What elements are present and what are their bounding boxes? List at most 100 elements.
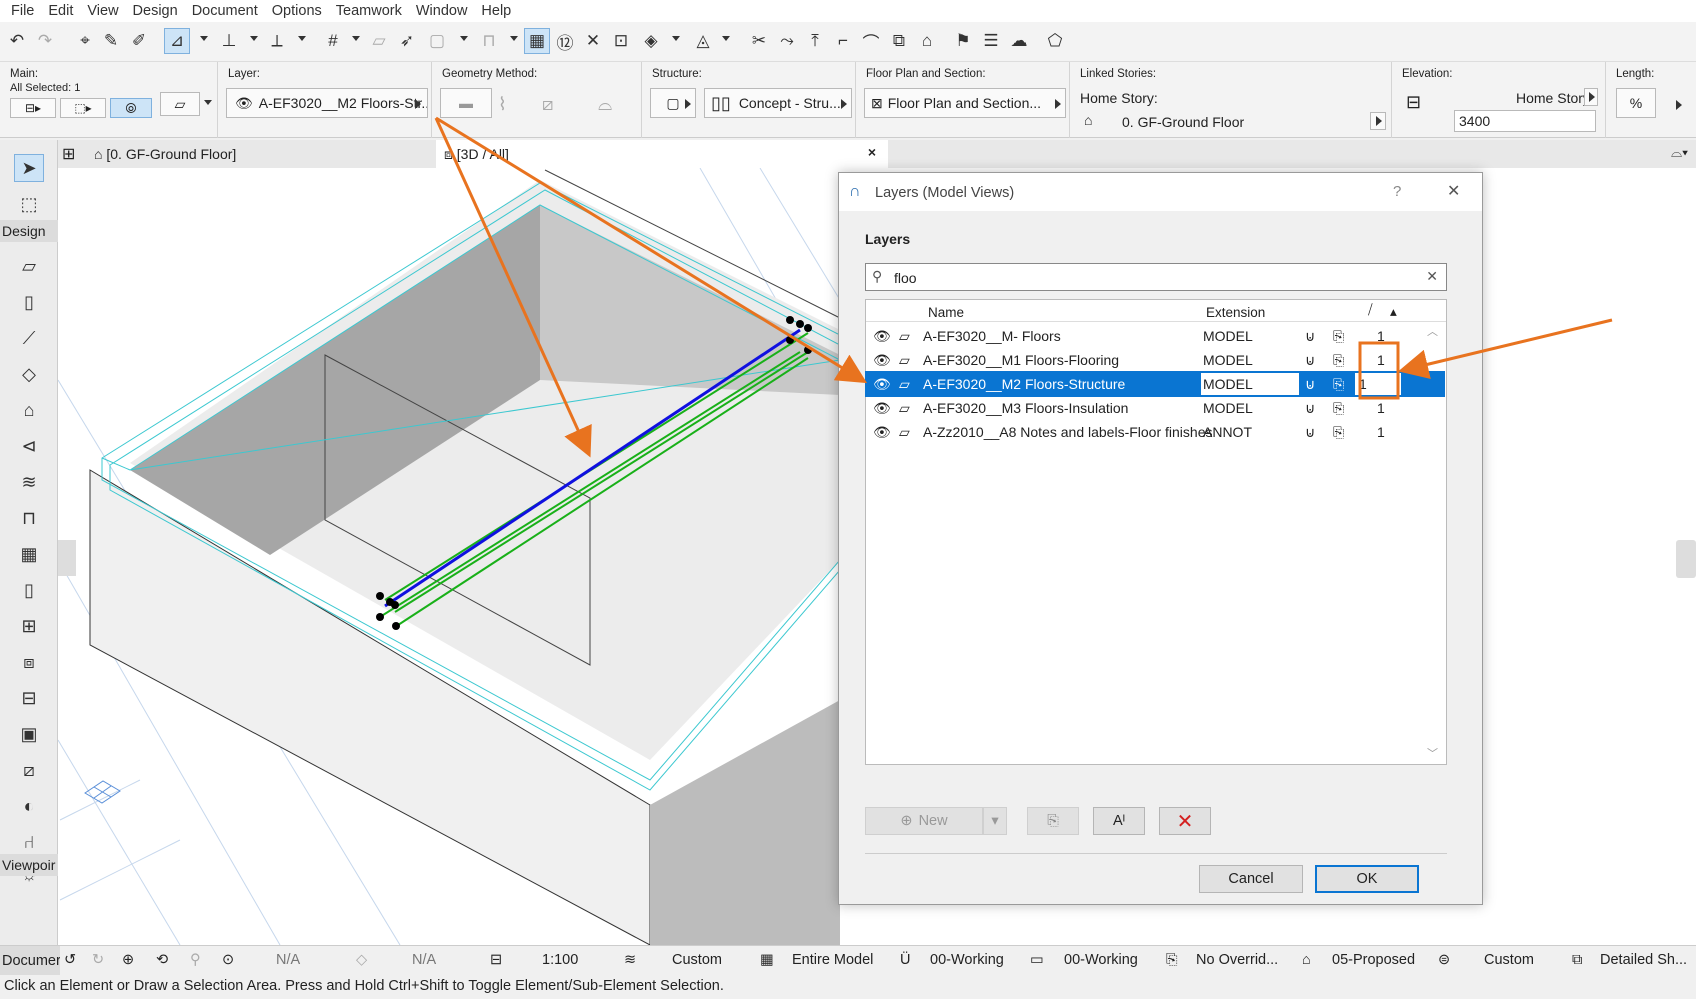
story-selector-button[interactable]: [1370, 112, 1386, 130]
layout-icon[interactable]: ▢: [424, 28, 450, 54]
layer-row[interactable]: 👁 ▱ A-EF3020__M3 Floors-Insulation MODEL…: [865, 395, 1445, 421]
search-input[interactable]: floo: [894, 270, 917, 286]
redo-icon[interactable]: ↷: [32, 28, 58, 54]
layer-combination-icon[interactable]: ⎘: [1027, 807, 1079, 835]
marquee-tool-icon[interactable]: ⬚: [14, 190, 44, 218]
layer-extension-input[interactable]: MODEL: [1201, 373, 1299, 395]
model-view-value[interactable]: Entire Model: [792, 952, 873, 968]
elevation-input[interactable]: 3400: [1454, 110, 1596, 132]
grid-snap-icon[interactable]: #: [320, 28, 346, 54]
curtain-wall-tool-icon[interactable]: ▦: [14, 540, 44, 568]
menu-file[interactable]: File: [6, 3, 43, 19]
lock-icon[interactable]: ⊍: [1305, 424, 1315, 441]
snap-points-icon[interactable]: ⟂: [264, 28, 290, 54]
chevron-down-icon[interactable]: [298, 36, 306, 41]
tab-3d[interactable]: ⧈ [3D / All] ×: [436, 140, 888, 168]
undo-icon[interactable]: ↶: [4, 28, 30, 54]
menu-help[interactable]: Help: [476, 3, 520, 19]
lock-icon[interactable]: ⊓: [476, 28, 502, 54]
menu-view[interactable]: View: [82, 3, 127, 19]
wireframe-icon[interactable]: ⎘: [1333, 424, 1344, 441]
layer-row-selected[interactable]: 👁 ▱ A-EF3020__M2 Floors-Structure MODEL …: [865, 371, 1445, 397]
stair-tool-icon[interactable]: ≋: [14, 468, 44, 496]
chevron-right-icon[interactable]: [1676, 100, 1682, 110]
rename-icon[interactable]: Aᴵ: [1093, 807, 1145, 835]
selection-area-icon[interactable]: ⬚▸: [60, 98, 106, 118]
layer-pen-input[interactable]: 1: [1355, 373, 1401, 395]
undo-view-icon[interactable]: ↺: [64, 952, 76, 968]
redo-view-icon[interactable]: ↻: [92, 952, 104, 968]
layer-combo-value[interactable]: Custom: [672, 952, 722, 968]
structure-display-icon[interactable]: ⊜: [1438, 952, 1450, 968]
shell-tool-icon[interactable]: ⊲: [14, 432, 44, 460]
tab-grid-icon[interactable]: ⊞: [62, 144, 75, 164]
eye-icon[interactable]: 👁: [873, 400, 891, 417]
delete-icon[interactable]: ✕: [1159, 807, 1211, 835]
object-tool-icon[interactable]: ▣: [14, 720, 44, 748]
split-icon[interactable]: ✂: [746, 28, 772, 54]
slab-tool-icon[interactable]: ◇: [14, 360, 44, 388]
straight-method-icon[interactable]: ▬: [440, 88, 492, 118]
flag-icon[interactable]: ⚑: [950, 28, 976, 54]
override-value[interactable]: No Overrid...: [1196, 952, 1278, 968]
pen-set-icon[interactable]: Ü: [900, 952, 910, 968]
cancel-button[interactable]: Cancel: [1199, 865, 1303, 893]
mesh-tool-icon[interactable]: ⧄: [14, 756, 44, 784]
guide-lines-icon[interactable]: ⊥: [216, 28, 242, 54]
scale-value[interactable]: 1:100: [542, 952, 578, 968]
structure-display-value[interactable]: Custom: [1484, 952, 1534, 968]
right-scroll-handle[interactable]: [1676, 540, 1696, 578]
floorplan-selector[interactable]: ⊠ Floor Plan and Section...: [864, 88, 1066, 118]
opening-tool-icon[interactable]: ⊟: [14, 684, 44, 712]
chevron-down-icon[interactable]: [204, 100, 212, 105]
layer-search-field[interactable]: ⚲ floo ✕: [865, 263, 1447, 291]
offset-icon[interactable]: ⤒: [802, 28, 828, 54]
intersect-icon[interactable]: ⌐: [830, 28, 856, 54]
sort-up-icon[interactable]: ▴: [1390, 304, 1397, 320]
chevron-down-icon[interactable]: [352, 36, 360, 41]
layer-row[interactable]: 👁 ▱ A-EF3020__M1 Floors-Flooring MODEL ⊍…: [865, 347, 1445, 373]
properties-icon[interactable]: ☰: [978, 28, 1004, 54]
wireframe-icon[interactable]: ⎘: [1333, 352, 1344, 369]
eye-icon[interactable]: 👁: [873, 352, 891, 369]
trace-icon[interactable]: ▱: [366, 28, 392, 54]
column-name[interactable]: Name: [928, 305, 964, 320]
detail-level-icon[interactable]: ⧉: [1572, 952, 1582, 968]
wireframe-icon[interactable]: ⎘: [1333, 328, 1344, 345]
model-view-icon[interactable]: ▦: [760, 952, 774, 968]
wall-tool-icon[interactable]: ▱: [14, 252, 44, 280]
pen-set-value[interactable]: 00-Working: [930, 952, 1004, 968]
menu-edit[interactable]: Edit: [43, 3, 82, 19]
chevron-down-icon[interactable]: [510, 36, 518, 41]
view-options-icon[interactable]: ⌓▾: [1671, 144, 1688, 161]
chevron-down-icon[interactable]: [722, 36, 730, 41]
column-extension[interactable]: Extension: [1206, 305, 1265, 320]
syringe-icon[interactable]: ✐: [126, 28, 152, 54]
publish-icon[interactable]: ⬠: [1042, 28, 1068, 54]
close-tab-icon[interactable]: ×: [868, 144, 876, 160]
eye-icon[interactable]: 👁: [873, 328, 891, 345]
chair-tool-icon[interactable]: ⑁: [14, 828, 44, 856]
menu-design[interactable]: Design: [128, 3, 187, 19]
dimension-icon[interactable]: ⑫: [552, 28, 578, 54]
help-icon[interactable]: ?: [1393, 183, 1401, 200]
door-tool-icon[interactable]: ▯: [14, 576, 44, 604]
ok-button[interactable]: OK: [1315, 865, 1419, 893]
layer-row[interactable]: 👁 ▱ A-EF3020__M- Floors MODEL ⊍ ⎘ 1: [865, 323, 1445, 349]
menu-window[interactable]: Window: [411, 3, 477, 19]
detail-level-value[interactable]: Detailed Sh...: [1600, 952, 1687, 968]
layer-combo-icon[interactable]: ≋: [624, 952, 636, 968]
wireframe-icon[interactable]: ⎘: [1333, 400, 1344, 417]
chevron-down-icon[interactable]: [200, 36, 208, 41]
explode-icon[interactable]: ✕: [580, 28, 606, 54]
lock-icon[interactable]: ⊍: [1305, 328, 1315, 345]
roof-icon[interactable]: ⌂: [914, 28, 940, 54]
orbit-icon[interactable]: ⟲: [156, 952, 168, 968]
railing-tool-icon[interactable]: ⊓: [14, 504, 44, 532]
document-group-label[interactable]: Documer: [0, 946, 60, 976]
mvo-value[interactable]: 00-Working: [1064, 952, 1138, 968]
dialog-titlebar[interactable]: ∩ Layers (Model Views) ? ✕: [839, 173, 1482, 211]
renovation-icon[interactable]: ⌂: [1302, 952, 1311, 968]
scale-icon[interactable]: ⊟: [490, 952, 502, 968]
chevron-down-icon[interactable]: [672, 36, 680, 41]
